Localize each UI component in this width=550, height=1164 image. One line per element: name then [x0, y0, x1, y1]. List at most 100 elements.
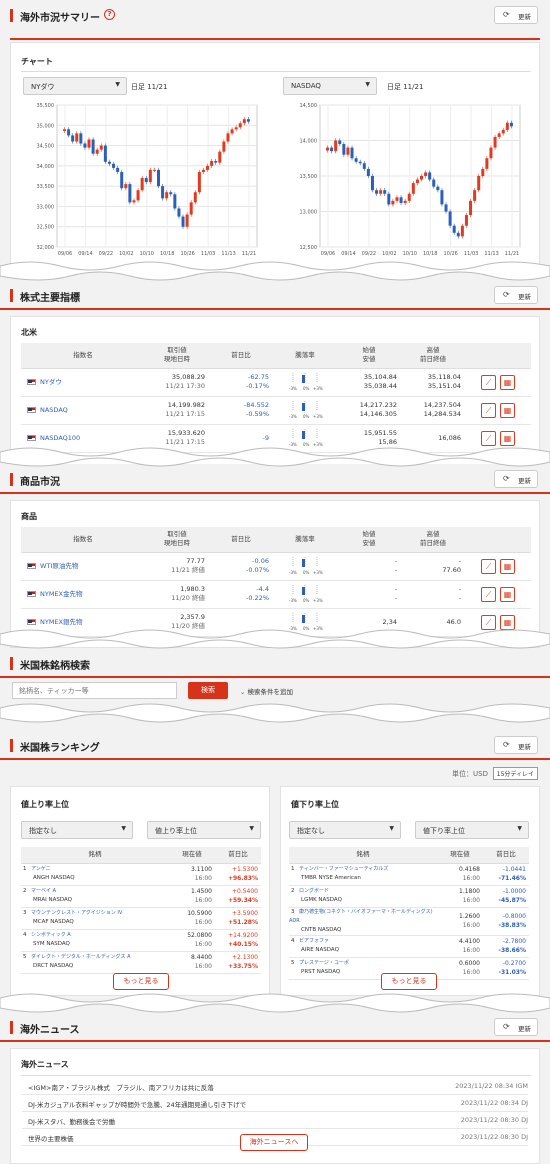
gainers-type-select[interactable]: 値上り率上位 ▼	[147, 821, 261, 839]
chart1-plot[interactable]: 35,500 35,000 34,500 34,000 33,500 33,000 32,5…	[13, 101, 263, 271]
instrument-link[interactable]: WTI原油先物	[40, 562, 78, 570]
stock-name-link[interactable]: ティンバー・ファーマシューティカルズ	[299, 866, 388, 872]
ratio-gauge: -3% 0% +3%	[289, 400, 323, 419]
losers-type-select[interactable]: 値下り率上位 ▼	[415, 821, 529, 839]
candle-body	[242, 119, 246, 124]
stock-name-link[interactable]: マウンテンクレスト・アクイジション IV	[31, 910, 122, 916]
row-gauge: -3% 0% +3%	[273, 580, 337, 609]
news-item[interactable]: DJ-米カジュアル衣料ギャップが時間外で急騰、24年通期見通し引き下げで 2023…	[22, 1095, 528, 1112]
candle-body	[387, 193, 391, 205]
calendar-icon[interactable]: ▦	[500, 586, 515, 602]
gainers-more-button[interactable]: もっと見る	[113, 973, 169, 990]
losers-market-select[interactable]: 指定なし ▼	[289, 821, 401, 839]
calendar-icon[interactable]: ▦	[500, 558, 515, 574]
candle-body	[124, 184, 128, 189]
candle-body	[509, 122, 513, 127]
more-news-button[interactable]: 海外ニュースへ	[240, 1134, 308, 1151]
gainers-market-select[interactable]: 指定なし ▼	[21, 821, 133, 839]
change-percent: -0.59%	[246, 410, 269, 418]
chart-icon[interactable]: ⟋	[481, 374, 496, 390]
chart-icon[interactable]: ⟋	[481, 586, 496, 602]
col-name: 銘柄	[21, 847, 169, 864]
stock-name-link[interactable]: ダイレクト・デジタル・ホールディングス A	[31, 954, 131, 960]
col-open: 始値 安値	[337, 343, 401, 369]
row-price: 1.2600 16:00	[437, 907, 483, 936]
more-label: もっと見る	[391, 977, 427, 985]
indices-refresh-button[interactable]: ⟳ 更新	[494, 286, 538, 304]
chart2-plot[interactable]: 14,500 14,000 13,500 13,000 12,50009/06 09/14…	[276, 101, 526, 271]
col-price: 現在値	[437, 847, 483, 864]
losers-more-button[interactable]: もっと見る	[381, 973, 437, 990]
calendar-icon[interactable]: ▦	[500, 402, 515, 418]
add-condition-link[interactable]: ⌄ 検索条件を追加	[240, 686, 293, 696]
stock-name-link[interactable]: プレステージ・コーポ	[299, 960, 349, 966]
instrument-link[interactable]: NYダウ	[40, 378, 62, 386]
x-tick-label: 10/26	[443, 251, 457, 257]
news-refresh-button[interactable]: ⟳ 更新	[494, 1018, 538, 1036]
row-price: 1.1800 16:00	[437, 885, 483, 908]
row-name: NASDAQ	[21, 396, 145, 425]
stock-name-link[interactable]: マーベイ A	[31, 888, 56, 894]
svg-text:+3%: +3%	[313, 386, 323, 391]
more-label: もっと見る	[123, 977, 159, 985]
stock-name-link[interactable]: ロングボード	[299, 888, 329, 894]
candle-body	[338, 140, 342, 145]
chart-icon[interactable]: ⟋	[481, 558, 496, 574]
rank-number: 5	[291, 960, 295, 966]
candle-body	[181, 216, 185, 227]
y-tick-label: 33,500	[37, 184, 55, 190]
chart-card: チャート NYダウ ▼ 日足 11/21 NASDAQ ▼ 日足 11/21 35,…	[10, 42, 540, 272]
row-price: 77.77 11/21 終値	[145, 552, 209, 581]
refresh-icon: ⟳	[503, 474, 510, 483]
candle-body	[173, 194, 177, 209]
col-high: 高値 前日終値	[401, 343, 465, 369]
change-percent: +59.34%	[227, 897, 258, 904]
stock-name-link[interactable]: ビアフォファ	[299, 938, 329, 944]
row-change: -4.4 -0.22%	[209, 580, 273, 609]
losers-table: 銘柄 現在値 前日比 1 ティンバー・ファーマシューティカルズ TMBR NYSE …	[289, 847, 529, 980]
price-value: 10.5900	[187, 910, 212, 917]
instrument-link[interactable]: NYMEX銀先物	[40, 618, 83, 626]
instrument-link[interactable]: NASDAQ	[40, 406, 68, 414]
summary-refresh-button[interactable]: ⟳ 更新	[494, 6, 538, 24]
y-tick-label: 14,000	[300, 139, 318, 145]
search-input[interactable]	[12, 682, 177, 699]
calendar-icon[interactable]: ▦	[500, 374, 515, 390]
news-item[interactable]: DJ-米スタバ、勤務後会で労働 2023/11/22 08:30 DJ	[22, 1112, 528, 1129]
instrument-link[interactable]: NASDAQ100	[40, 434, 80, 442]
us-flag-icon	[27, 378, 36, 385]
stock-name-link[interactable]: 康乃德生物(コネクト・バイオファーマ・ホールディングス) ADR	[289, 909, 433, 924]
svg-text:+3%: +3%	[313, 598, 323, 603]
chart1-period: 日足 11/21	[131, 83, 168, 91]
section-accent-bar	[10, 473, 13, 486]
col-price: 取引値 現地日時	[145, 527, 209, 553]
x-tick-label: 10/02	[382, 251, 396, 257]
chart2-select[interactable]: NASDAQ ▼	[283, 77, 377, 95]
y-tick-label: 34,500	[37, 144, 55, 150]
stock-ticker: MCAF NASDAQ	[33, 919, 74, 925]
price-value: 1.2600	[459, 913, 480, 920]
candle-body	[420, 176, 423, 180]
table-row: 3 マウンテンクレスト・アクイジション IV MCAF NASDAQ 10.5900 1…	[21, 907, 261, 930]
instrument-link[interactable]: NYMEX金先物	[40, 590, 83, 598]
refresh-icon: ⟳	[503, 1022, 510, 1031]
ranking-refresh-button[interactable]: ⟳ 更新	[494, 736, 538, 754]
stock-name-link[interactable]: アンゲニ	[31, 866, 51, 872]
col-change-label: 前日比	[231, 534, 251, 543]
news-item[interactable]: <IGM>南ア・ブラジル株式 ブラジル、南アフリカは共に反落 2023/11/22…	[22, 1078, 528, 1095]
row-change: +14.9200 +40.15%	[215, 929, 261, 952]
chart-icon[interactable]: ⟋	[481, 402, 496, 418]
table-row: NASDAQ 14,199.982 11/21 17:15 -84.552 -0.59%…	[21, 396, 531, 425]
search-button[interactable]: 検索	[188, 682, 228, 699]
stock-name-link[interactable]: シンボティック A	[31, 932, 71, 938]
divider	[21, 1075, 531, 1076]
chart-heading: チャート	[21, 57, 53, 66]
commodities-refresh-button[interactable]: ⟳ 更新	[494, 470, 538, 488]
news-date: 2023/11/22 08:30 DJ	[460, 1116, 528, 1124]
svg-text:+3%: +3%	[313, 570, 323, 575]
chart1-select[interactable]: NYダウ ▼	[23, 77, 127, 95]
low-value: 14,146.305	[359, 410, 397, 418]
help-icon[interactable]: ?	[104, 9, 115, 20]
x-tick-label: 11/21	[242, 251, 256, 257]
news-date: 2023/11/22 08:34 IGM	[455, 1082, 528, 1090]
